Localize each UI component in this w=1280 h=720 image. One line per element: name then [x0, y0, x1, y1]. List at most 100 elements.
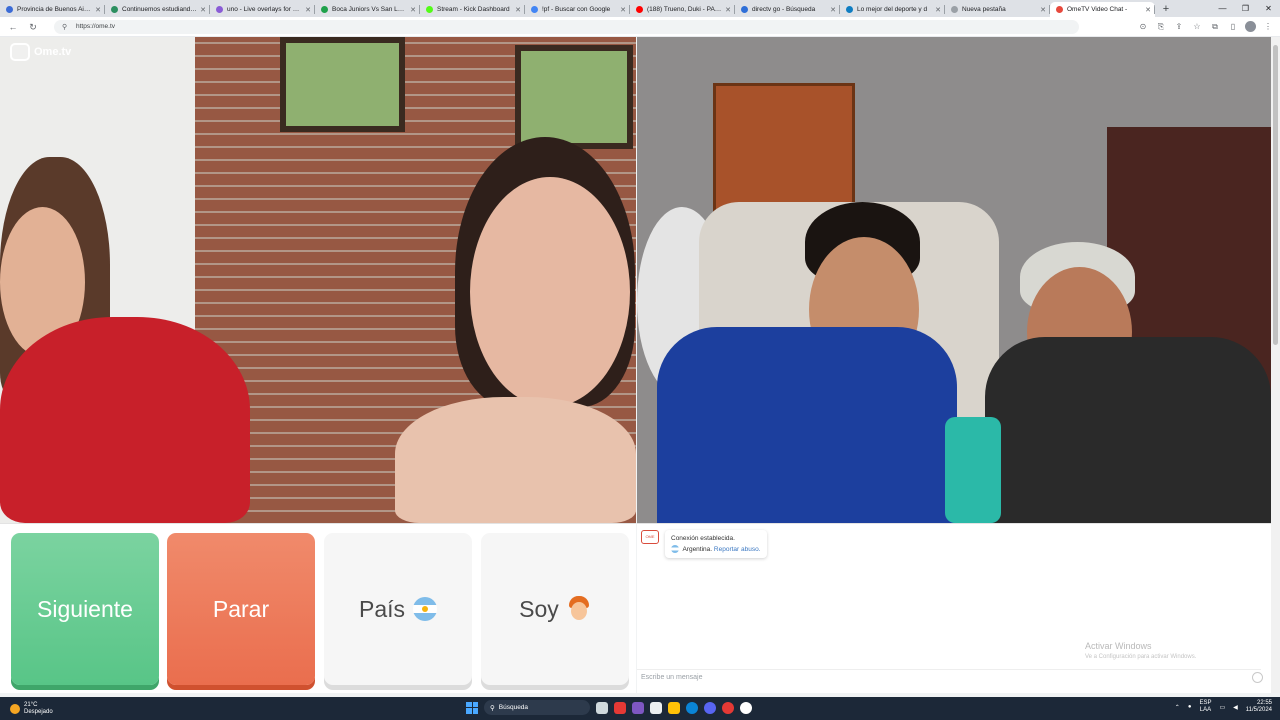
tab-title: uno - Live overlays for strea	[227, 6, 303, 13]
video-microphone	[945, 417, 1001, 523]
system-clock[interactable]: 22:55 11/5/2024	[1246, 700, 1272, 714]
tab-close-icon[interactable]: ✕	[830, 6, 836, 14]
tab-close-icon[interactable]: ✕	[200, 6, 206, 14]
bookmark-star-icon[interactable]: ☆	[1191, 21, 1203, 33]
share-icon[interactable]: ⇪	[1173, 21, 1185, 33]
video-person-shirt	[657, 327, 957, 523]
argentina-flag-icon	[413, 597, 438, 621]
volume-icon[interactable]: ◀	[1233, 704, 1238, 711]
tab-close-icon[interactable]: ✕	[725, 6, 731, 14]
video-painting	[515, 45, 633, 149]
tab-title: Boca Juniors Vs San Lorenzo	[332, 6, 408, 13]
browser-tab[interactable]: Stream - Kick Dashboard ✕	[420, 2, 525, 17]
video-person-shirt	[985, 337, 1271, 523]
taskbar-apps: ⚲ Búsqueda	[466, 700, 752, 715]
scrollbar-thumb[interactable]	[1273, 45, 1278, 345]
sidebar-icon[interactable]: ▯	[1227, 21, 1239, 33]
tab-close-icon[interactable]: ✕	[410, 6, 416, 14]
menu-icon[interactable]: ⋮	[1262, 21, 1274, 33]
minimize-icon[interactable]: —	[1211, 0, 1234, 17]
weather-temp: 21°C	[24, 701, 38, 708]
tab-favicon-icon	[846, 6, 853, 13]
browser-tab[interactable]: directv go - Búsqueda ✕	[735, 2, 840, 17]
tab-close-icon[interactable]: ✕	[1040, 6, 1046, 14]
app-icon[interactable]	[614, 701, 626, 714]
next-button-label: Siguiente	[37, 595, 133, 622]
tab-close-icon[interactable]: ✕	[1145, 6, 1151, 14]
partner-country-line: Argentina. Reportar abuso.	[671, 544, 761, 555]
remote-video: Ome.tv	[0, 37, 636, 523]
gender-button-label: Soy	[519, 595, 559, 622]
tab-title: Stream - Kick Dashboard	[437, 6, 510, 13]
ometv-logo-icon	[10, 43, 30, 61]
weather-desc: Despejado	[24, 708, 53, 715]
browser-tab[interactable]: Nueva pestaña ✕	[945, 2, 1050, 17]
tab-favicon-icon	[216, 6, 223, 13]
reload-icon[interactable]: ↻	[26, 20, 40, 34]
page-scrollbar[interactable]	[1271, 37, 1280, 693]
weather-sun-icon	[10, 703, 20, 714]
windows-activation-title: Activar Windows	[1085, 641, 1152, 651]
cast-icon[interactable]: ⊙	[1137, 21, 1149, 33]
extensions-icon[interactable]: ⧉	[1209, 21, 1221, 33]
system-message: OME Conexión establecida. Argentina. Rep…	[641, 530, 767, 558]
browser-tab[interactable]: Lo mejor del deporte y d ✕	[840, 2, 945, 17]
new-tab-button[interactable]: +	[1159, 3, 1173, 17]
partner-country: Argentina.	[682, 546, 713, 553]
maximize-icon[interactable]: ❐	[1234, 0, 1257, 17]
tab-close-icon[interactable]: ✕	[935, 6, 941, 14]
tab-title: Nueva pestaña	[962, 6, 1006, 13]
app-icon[interactable]	[722, 701, 734, 714]
emoji-icon[interactable]	[1252, 672, 1263, 683]
profile-avatar[interactable]	[1245, 21, 1256, 32]
argentina-flag-icon	[671, 545, 679, 554]
tab-close-icon[interactable]: ✕	[305, 6, 311, 14]
taskbar-search[interactable]: ⚲ Búsqueda	[484, 700, 590, 715]
edge-icon[interactable]	[686, 701, 698, 714]
video-person-shoulders	[395, 397, 636, 523]
network-icon[interactable]: ▭	[1219, 704, 1225, 711]
browser-tab[interactable]: OmeTV Video Chat - ✕	[1050, 2, 1155, 17]
stop-button[interactable]: Parar	[167, 533, 315, 685]
microphone-icon[interactable]: ●	[1188, 704, 1192, 710]
discord-icon[interactable]	[704, 701, 716, 714]
tab-title: directv go - Búsqueda	[752, 6, 816, 13]
windows-start-icon[interactable]	[466, 701, 478, 714]
tab-close-icon[interactable]: ✕	[620, 6, 626, 14]
weather-widget[interactable]: 21°C Despejado	[0, 702, 180, 716]
chrome-icon[interactable]	[740, 701, 752, 714]
video-painting	[280, 37, 405, 132]
next-button[interactable]: Siguiente	[11, 533, 159, 685]
translate-icon[interactable]: ⎘	[1155, 21, 1167, 33]
back-icon[interactable]: ←	[6, 20, 20, 34]
controls-panel: Siguiente Parar País Soy	[0, 523, 636, 693]
tab-favicon-icon	[111, 6, 118, 13]
address-bar[interactable]: ⚲ https://ome.tv	[54, 19, 1079, 34]
input-language[interactable]: ESP LAA	[1199, 700, 1211, 714]
tray-overflow-icon[interactable]: ⌃	[1175, 704, 1180, 711]
gender-button[interactable]: Soy	[481, 533, 629, 685]
video-person-face	[470, 177, 630, 407]
tab-close-icon[interactable]: ✕	[95, 6, 101, 14]
ometv-logo: Ome.tv	[10, 43, 71, 61]
app-icon[interactable]	[632, 701, 644, 714]
tab-close-icon[interactable]: ✕	[515, 6, 521, 14]
tab-title: Provincia de Buenos Aires |	[17, 6, 93, 13]
chat-message-input[interactable]: Escribe un mensaje	[637, 669, 1261, 685]
task-view-icon[interactable]	[596, 701, 608, 714]
browser-tab[interactable]: Continuemos estudiando - ✕	[105, 2, 210, 17]
country-button[interactable]: País	[324, 533, 472, 685]
ometv-chat-icon: OME	[641, 530, 659, 544]
search-icon: ⚲	[490, 704, 495, 712]
app-icon[interactable]	[650, 701, 662, 714]
browser-tab[interactable]: (188) Trueno, Duki - PANAM ✕	[630, 2, 735, 17]
weather-text: 21°C Despejado	[24, 702, 53, 716]
browser-tab[interactable]: !pf - Buscar con Google ✕	[525, 2, 630, 17]
browser-tab[interactable]: uno - Live overlays for strea ✕	[210, 2, 315, 17]
file-explorer-icon[interactable]	[668, 701, 680, 714]
close-window-icon[interactable]: ✕	[1257, 0, 1280, 17]
site-info-icon[interactable]: ⚲	[62, 23, 70, 31]
report-abuse-link[interactable]: Reportar abuso.	[714, 546, 761, 553]
browser-tab[interactable]: Boca Juniors Vs San Lorenzo✕	[315, 2, 420, 17]
browser-tab[interactable]: Provincia de Buenos Aires | ✕	[0, 2, 105, 17]
